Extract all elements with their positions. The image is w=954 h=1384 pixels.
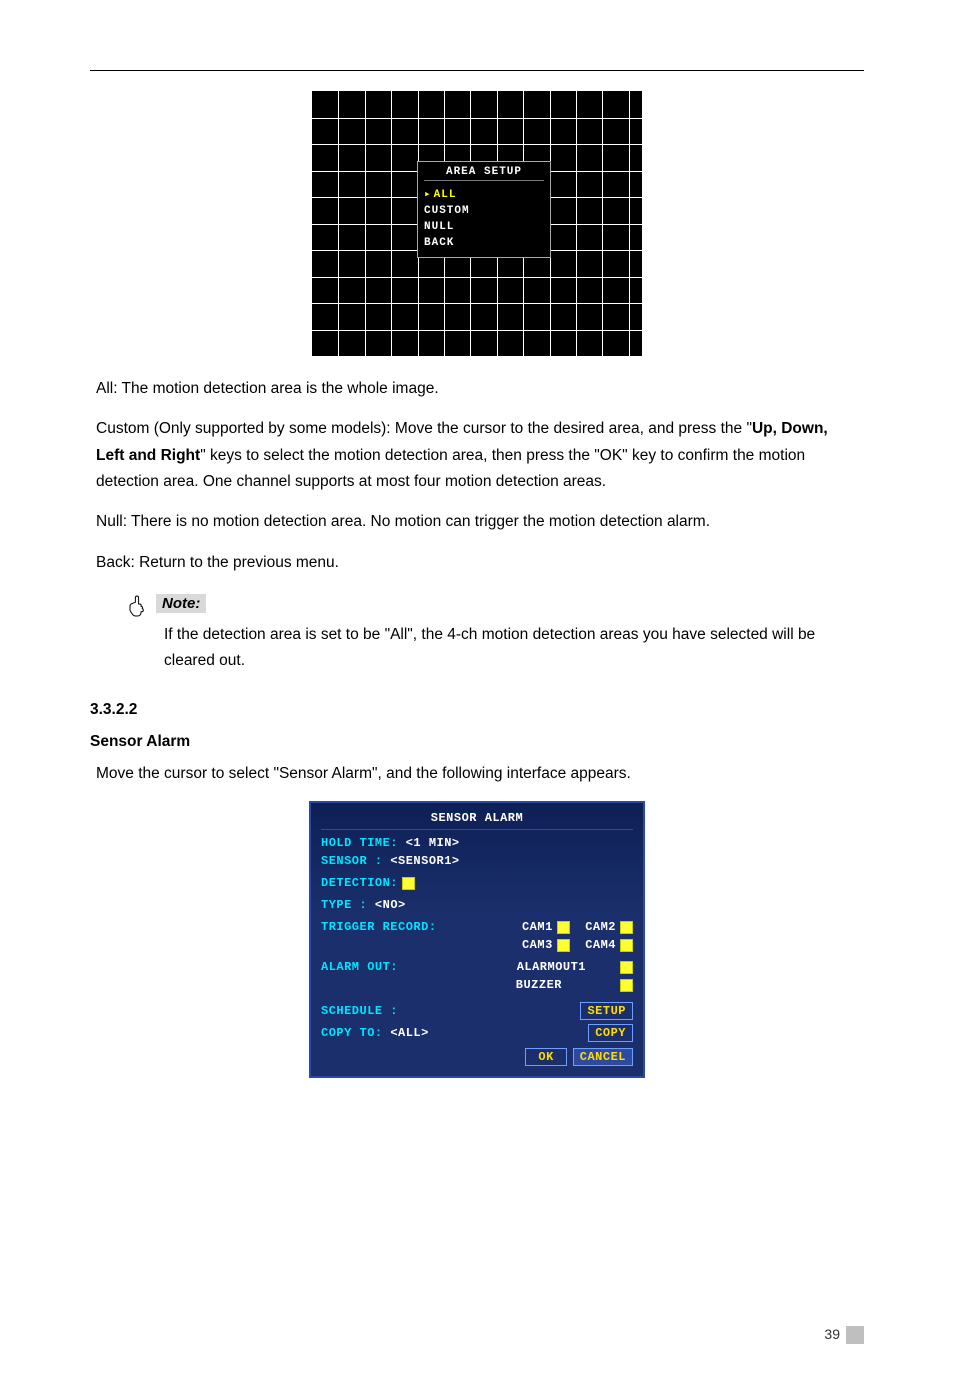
- row-buzzer: BUZZER: [321, 978, 633, 992]
- note-row: Note:: [128, 594, 864, 618]
- custom-intro: Custom (Only supported by some models): …: [96, 420, 752, 437]
- row-trigger: TRIGGER RECORD: CAM1 CAM2: [321, 920, 633, 934]
- section-number: 3.3.2.2: [90, 701, 864, 719]
- row-hold-time: HOLD TIME: <1 MIN>: [321, 836, 633, 850]
- area-setup-title: AREA SETUP: [424, 166, 544, 178]
- top-rule: [90, 70, 864, 71]
- sensor-value[interactable]: <SENSOR1>: [390, 854, 459, 868]
- cam1-label: CAM1: [522, 920, 553, 934]
- buzzer-label: BUZZER: [516, 978, 562, 992]
- area-setup-item-custom[interactable]: CUSTOM: [424, 203, 544, 219]
- trigger-label: TRIGGER RECORD:: [321, 920, 437, 934]
- row-sensor: SENSOR : <SENSOR1>: [321, 854, 633, 868]
- copy-label: COPY TO:: [321, 1026, 383, 1040]
- sensor-label: SENSOR :: [321, 854, 383, 868]
- detection-checkbox[interactable]: [402, 877, 415, 890]
- alarmout1-label: ALARMOUT1: [517, 960, 586, 974]
- row-copy: COPY TO: <ALL> COPY: [321, 1024, 633, 1042]
- body-text: All: The motion detection area is the wh…: [96, 376, 858, 576]
- alarmout1-checkbox[interactable]: [620, 961, 633, 974]
- hold-time-label: HOLD TIME:: [321, 836, 398, 850]
- hand-point-icon: [128, 594, 148, 618]
- ok-button[interactable]: OK: [525, 1048, 566, 1066]
- cam2-label: CAM2: [585, 920, 616, 934]
- detection-label: DETECTION:: [321, 876, 398, 890]
- row-type: TYPE : <NO>: [321, 898, 633, 912]
- section-title: Sensor Alarm: [90, 733, 864, 751]
- note-label: Note:: [156, 594, 206, 613]
- page-number-value: 39: [824, 1326, 840, 1342]
- area-setup-menu: AREA SETUP ALL CUSTOM NULL BACK: [417, 161, 551, 258]
- cam4-checkbox[interactable]: [620, 939, 633, 952]
- schedule-label: SCHEDULE :: [321, 1004, 398, 1018]
- buzzer-checkbox[interactable]: [620, 979, 633, 992]
- para-custom: Custom (Only supported by some models): …: [96, 416, 858, 495]
- row-detection: DETECTION:: [321, 876, 633, 890]
- area-setup-item-all[interactable]: ALL: [424, 185, 544, 203]
- cancel-button[interactable]: CANCEL: [573, 1048, 633, 1066]
- sensor-alarm-figure: SENSOR ALARM HOLD TIME: <1 MIN> SENSOR :…: [309, 801, 645, 1078]
- para-all: All: The motion detection area is the wh…: [96, 376, 858, 402]
- type-label: TYPE :: [321, 898, 367, 912]
- setup-button[interactable]: SETUP: [580, 1002, 633, 1020]
- row-schedule: SCHEDULE : SETUP: [321, 1002, 633, 1020]
- cam1-checkbox[interactable]: [557, 921, 570, 934]
- note-body: If the detection area is set to be "All"…: [164, 622, 864, 675]
- alarm-out-label: ALARM OUT:: [321, 960, 398, 974]
- page-number-box: [846, 1326, 864, 1344]
- row-alarmout: ALARM OUT: ALARMOUT1: [321, 960, 633, 974]
- copy-value[interactable]: <ALL>: [390, 1026, 429, 1040]
- area-setup-divider: [424, 180, 544, 181]
- sensor-footer: OK CANCEL: [321, 1048, 633, 1066]
- page-number: 39: [824, 1326, 864, 1344]
- cam4-label: CAM4: [585, 938, 616, 952]
- hold-time-value[interactable]: <1 MIN>: [406, 836, 460, 850]
- area-setup-item-null[interactable]: NULL: [424, 219, 544, 235]
- custom-rest: " keys to select the motion detection ar…: [96, 447, 805, 490]
- area-setup-item-back[interactable]: BACK: [424, 235, 544, 251]
- para-back: Back: Return to the previous menu.: [96, 550, 858, 576]
- section-intro: Move the cursor to select "Sensor Alarm"…: [96, 761, 858, 787]
- cam3-label: CAM3: [522, 938, 553, 952]
- type-value[interactable]: <NO>: [375, 898, 406, 912]
- copy-button[interactable]: COPY: [588, 1024, 633, 1042]
- cam2-checkbox[interactable]: [620, 921, 633, 934]
- row-trigger-2: CAM3 CAM4: [321, 938, 633, 952]
- area-setup-figure: AREA SETUP ALL CUSTOM NULL BACK: [312, 91, 642, 356]
- sensor-panel-title: SENSOR ALARM: [321, 811, 633, 830]
- para-null: Null: There is no motion detection area.…: [96, 509, 858, 535]
- cam3-checkbox[interactable]: [557, 939, 570, 952]
